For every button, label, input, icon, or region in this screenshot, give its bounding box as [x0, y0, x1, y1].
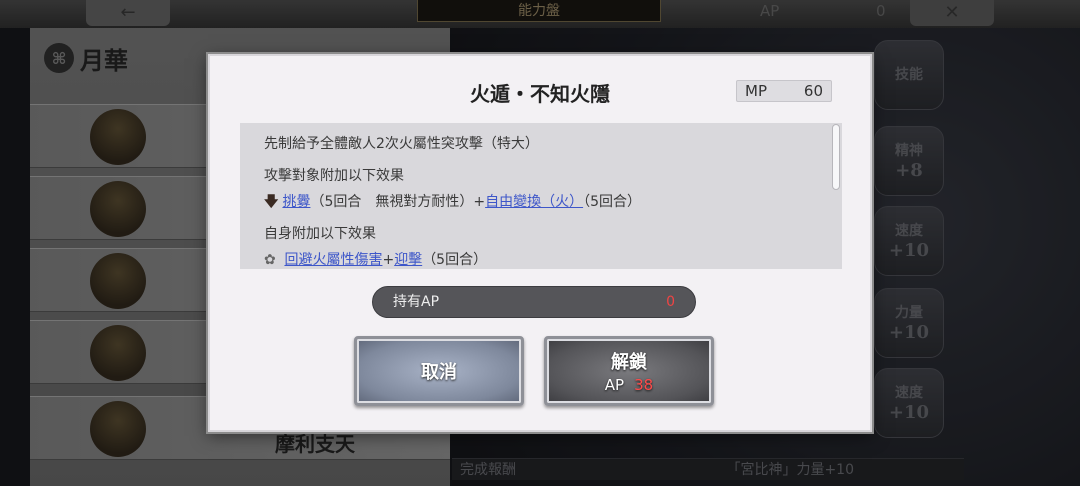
effect-text: （5回合）	[583, 194, 642, 210]
held-ap-bar: 持有AP 0	[372, 286, 696, 318]
target-effect-header: 攻擊對象附加以下效果	[264, 168, 404, 184]
held-ap-label: 持有AP	[393, 294, 440, 310]
effect-link-free-transform[interactable]: 自由變換（火）	[485, 194, 583, 210]
effect-text: +	[382, 252, 395, 268]
mp-cost-badge: MP 60	[736, 80, 832, 102]
unlock-cost-value: 38	[634, 376, 654, 394]
debuff-arrow-icon: 🡇	[264, 194, 279, 210]
effect-link-counter[interactable]: 迎擊	[394, 252, 422, 268]
self-effect-header: 自身附加以下效果	[264, 226, 376, 242]
self-effect-line: ✿ 回避火屬性傷害+迎擊（5回合）	[264, 247, 818, 269]
effect-link-provoke[interactable]: 挑釁	[282, 194, 310, 210]
mp-label: MP	[745, 82, 767, 100]
effect-text: （5回合）	[422, 252, 488, 268]
unlock-cost-label: AP	[604, 376, 625, 394]
skill-description[interactable]: 先制給予全體敵人2次火屬性突攻擊（特大） 攻擊對象附加以下效果 🡇 挑釁（5回合…	[240, 123, 842, 269]
target-effect-line: 🡇 挑釁（5回合 無視對方耐性）+自由變換（火）（5回合）	[264, 189, 818, 215]
cancel-label: 取消	[421, 362, 457, 383]
mp-value: 60	[803, 82, 823, 100]
effect-text: （5回合 無視對方耐性）+	[310, 194, 486, 210]
buff-icon: ✿	[264, 252, 276, 268]
effect-link-evade-fire[interactable]: 回避火屬性傷害	[284, 252, 382, 268]
held-ap-value: 0	[666, 294, 675, 310]
unlock-label: 解鎖	[611, 352, 647, 373]
skill-unlock-dialog: 火遁・不知火隱 MP 60 先制給予全體敵人2次火屬性突攻擊（特大） 攻擊對象附…	[208, 54, 872, 432]
unlock-button[interactable]: 解鎖 AP 38	[544, 336, 714, 406]
description-scrollbar[interactable]	[832, 124, 840, 190]
unlock-cost: AP 38	[605, 376, 653, 394]
cancel-button[interactable]: 取消	[354, 336, 524, 406]
description-line: 先制給予全體敵人2次火屬性突攻擊（特大）	[264, 136, 539, 152]
